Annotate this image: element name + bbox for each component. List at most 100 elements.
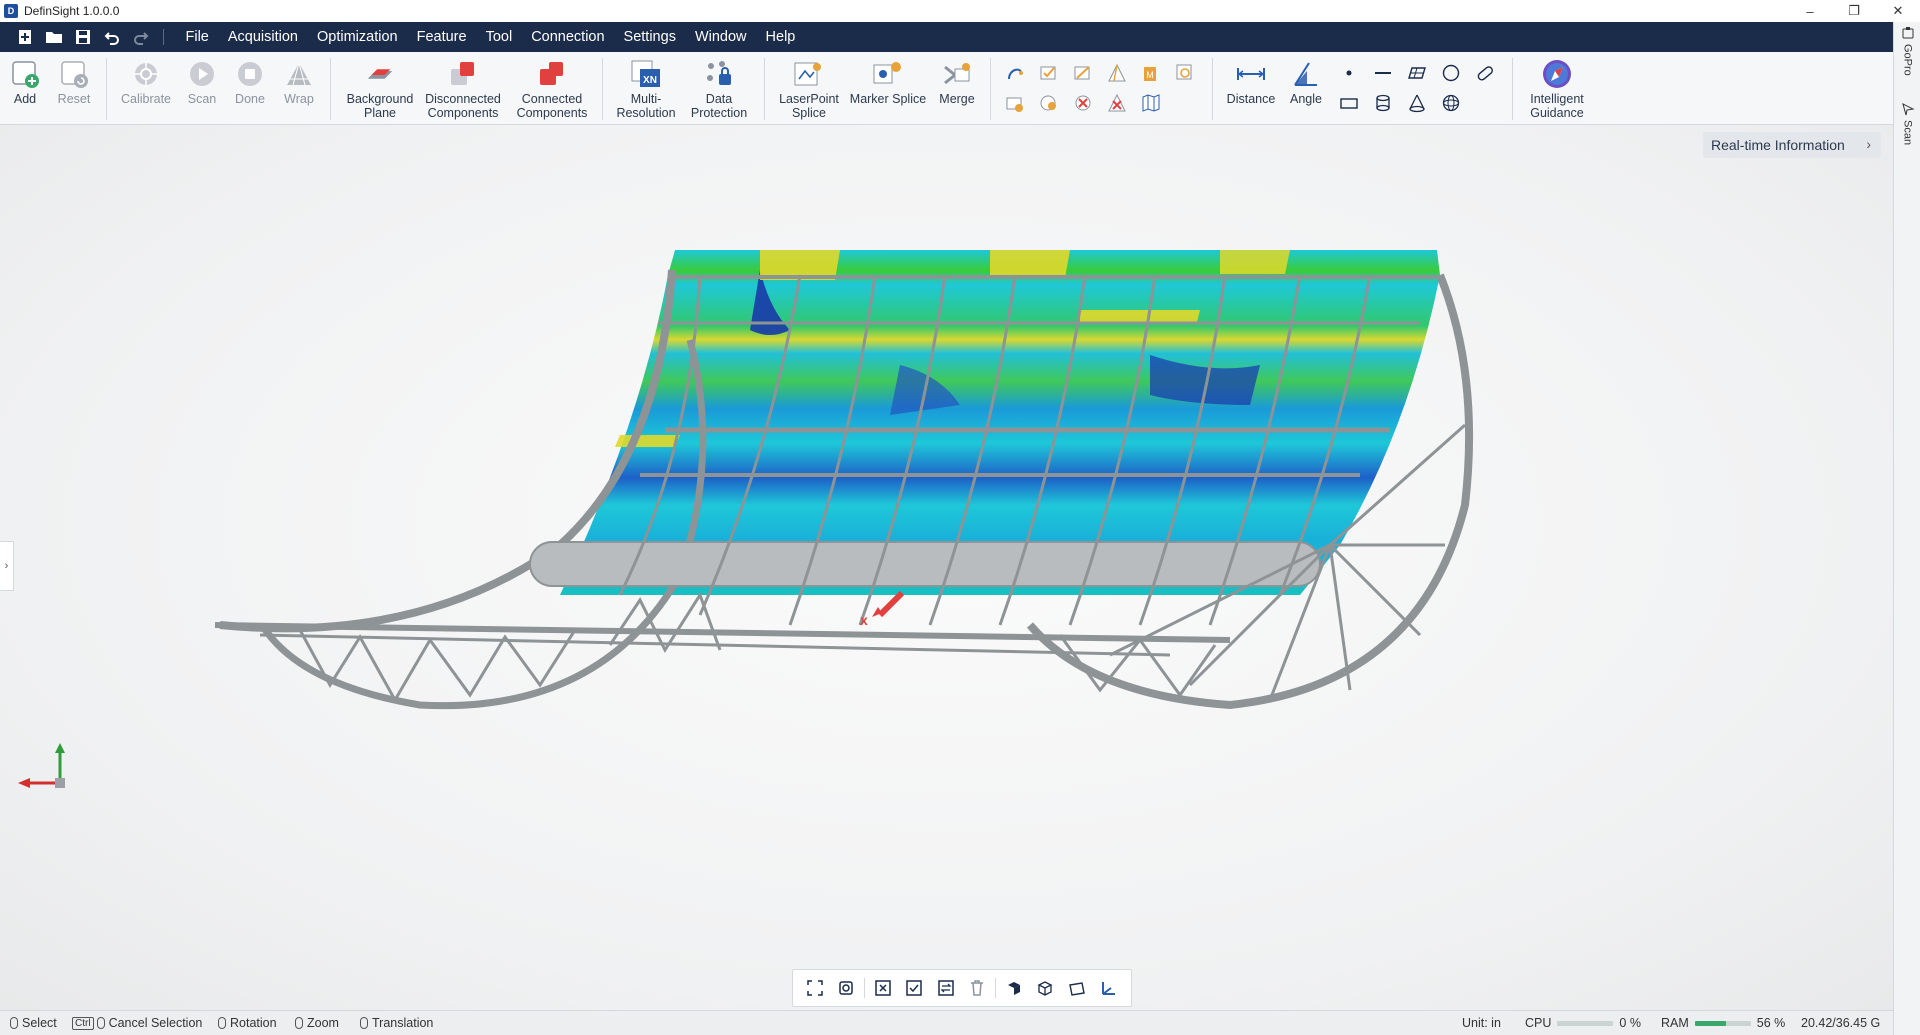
right-side-panel: GoPro Scan bbox=[1893, 22, 1920, 1035]
scan-tab[interactable]: Scan bbox=[1894, 102, 1920, 145]
data-protection-button[interactable]: Data Protection bbox=[686, 58, 752, 120]
plane-cut-icon[interactable] bbox=[1061, 973, 1093, 1003]
feature-rect-select-icon[interactable] bbox=[1002, 90, 1028, 116]
connected-components-button[interactable]: Connected Components bbox=[512, 58, 592, 120]
menu-settings[interactable]: Settings bbox=[614, 22, 685, 52]
deselect-icon[interactable] bbox=[867, 973, 899, 1003]
menu-window[interactable]: Window bbox=[685, 22, 756, 52]
feature-edge-check-icon[interactable] bbox=[1070, 60, 1096, 86]
gopro-tab-label: GoPro bbox=[1901, 44, 1914, 76]
cpu-indicator: CPU 0 % bbox=[1525, 1016, 1641, 1030]
ribbon-separator bbox=[330, 58, 331, 120]
calibrate-button[interactable]: Calibrate bbox=[118, 58, 174, 106]
connected-components-label: Connected Components bbox=[516, 92, 588, 120]
feature-plane-check-icon[interactable] bbox=[1036, 60, 1062, 86]
circle-icon[interactable] bbox=[1438, 60, 1464, 86]
open-folder-icon[interactable] bbox=[39, 24, 68, 50]
intelligent-guidance-button[interactable]: Intelligent Guidance bbox=[1524, 58, 1590, 120]
marker-splice-icon bbox=[872, 58, 904, 90]
background-plane-label: Background Plane bbox=[346, 92, 414, 120]
data-protection-label: Data Protection bbox=[690, 92, 748, 120]
menu-optimization[interactable]: Optimization bbox=[308, 22, 408, 52]
ribbon-separator bbox=[106, 58, 107, 120]
feature-triangle-icon[interactable] bbox=[1104, 60, 1130, 86]
reset-button[interactable]: Reset bbox=[56, 58, 92, 106]
scan-button[interactable]: Scan bbox=[182, 58, 222, 106]
coordinate-axis-icon[interactable] bbox=[1093, 973, 1125, 1003]
menu-file[interactable]: File bbox=[176, 22, 218, 52]
done-label: Done bbox=[235, 92, 265, 106]
laserpoint-splice-label: LaserPoint Splice bbox=[779, 92, 839, 120]
left-mouse-icon bbox=[10, 1017, 18, 1029]
ribbon-separator bbox=[1512, 58, 1513, 120]
feature-delete-triangle-icon[interactable] bbox=[1104, 90, 1130, 116]
ribbon-toolbar: Add Reset Calibrate Scan Done Wrap Backg… bbox=[0, 52, 1893, 125]
laserpoint-splice-button[interactable]: LaserPoint Splice bbox=[776, 58, 842, 120]
feature-search-region-icon[interactable] bbox=[1172, 60, 1198, 86]
scan-label: Scan bbox=[187, 92, 217, 106]
stop-icon bbox=[234, 58, 266, 90]
select-all-icon[interactable] bbox=[899, 973, 931, 1003]
done-button[interactable]: Done bbox=[230, 58, 270, 106]
redo-icon[interactable] bbox=[126, 24, 155, 50]
reset-icon bbox=[58, 58, 90, 90]
menu-acquisition[interactable]: Acquisition bbox=[218, 22, 307, 52]
close-button[interactable]: ✕ bbox=[1876, 0, 1920, 22]
restore-button[interactable]: ❐ bbox=[1832, 0, 1876, 22]
menu-help[interactable]: Help bbox=[756, 22, 805, 52]
minimize-button[interactable]: – bbox=[1788, 0, 1832, 22]
feature-map-icon[interactable] bbox=[1138, 90, 1164, 116]
menu-bar: File Acquisition Optimization Feature To… bbox=[0, 22, 1893, 52]
feature-marker-icon[interactable]: M bbox=[1138, 60, 1164, 86]
point-icon[interactable] bbox=[1336, 60, 1362, 86]
save-icon[interactable] bbox=[68, 24, 97, 50]
gopro-tab[interactable]: GoPro bbox=[1894, 26, 1920, 76]
multi-resolution-button[interactable]: XN Multi- Resolution bbox=[614, 58, 678, 120]
3d-viewport[interactable]: Real-time Information › › x bbox=[0, 125, 1893, 1010]
background-plane-icon bbox=[364, 58, 396, 90]
quick-access-toolbar bbox=[10, 24, 176, 50]
rectangle-icon[interactable] bbox=[1336, 90, 1362, 116]
svg-text:x: x bbox=[860, 612, 868, 628]
left-mouse-icon bbox=[96, 1017, 105, 1029]
ram-meter-fill bbox=[1694, 1020, 1727, 1026]
slot-icon[interactable] bbox=[1472, 60, 1498, 86]
ribbon-separator bbox=[602, 58, 603, 120]
new-project-icon[interactable] bbox=[10, 24, 39, 50]
merge-button[interactable]: Merge bbox=[934, 58, 980, 106]
compass-guidance-icon bbox=[1541, 58, 1573, 90]
add-button[interactable]: Add bbox=[8, 58, 42, 106]
disconnected-components-icon bbox=[447, 58, 479, 90]
feature-curve-icon[interactable] bbox=[1002, 60, 1028, 86]
cube-tool-icon[interactable] bbox=[998, 973, 1030, 1003]
angle-button[interactable]: Angle bbox=[1284, 58, 1328, 106]
rotation-hint: Rotation bbox=[218, 1016, 277, 1030]
marker-splice-label: Marker Splice bbox=[849, 92, 927, 106]
feature-circle-select-icon[interactable] bbox=[1036, 90, 1062, 116]
reset-label: Reset bbox=[57, 92, 91, 106]
invert-selection-icon[interactable] bbox=[930, 973, 962, 1003]
disconnected-components-button[interactable]: Disconnected Components bbox=[422, 58, 504, 120]
wrap-button[interactable]: Wrap bbox=[278, 58, 320, 106]
disconnected-components-label: Disconnected Components bbox=[425, 92, 501, 120]
feature-delete-circle-icon[interactable] bbox=[1070, 90, 1096, 116]
scanned-model: x bbox=[18, 250, 1474, 788]
menu-connection[interactable]: Connection bbox=[522, 22, 614, 52]
cone-icon[interactable] bbox=[1404, 90, 1430, 116]
plane-icon[interactable] bbox=[1404, 60, 1430, 86]
marker-splice-button[interactable]: Marker Splice bbox=[848, 58, 928, 106]
line-icon[interactable] bbox=[1370, 60, 1396, 86]
cylinder-icon[interactable] bbox=[1370, 90, 1396, 116]
background-plane-button[interactable]: Background Plane bbox=[342, 58, 418, 120]
distance-button[interactable]: Distance bbox=[1224, 58, 1278, 106]
cube-outline-icon[interactable] bbox=[1030, 973, 1062, 1003]
menu-feature[interactable]: Feature bbox=[407, 22, 476, 52]
middle-mouse-icon bbox=[360, 1017, 368, 1029]
sphere-icon[interactable] bbox=[1438, 90, 1464, 116]
trash-icon[interactable] bbox=[962, 973, 994, 1003]
focus-selection-icon[interactable] bbox=[831, 973, 863, 1003]
undo-icon[interactable] bbox=[97, 24, 126, 50]
svg-text:M: M bbox=[1146, 70, 1154, 80]
fit-view-icon[interactable] bbox=[799, 973, 831, 1003]
menu-tool[interactable]: Tool bbox=[476, 22, 522, 52]
